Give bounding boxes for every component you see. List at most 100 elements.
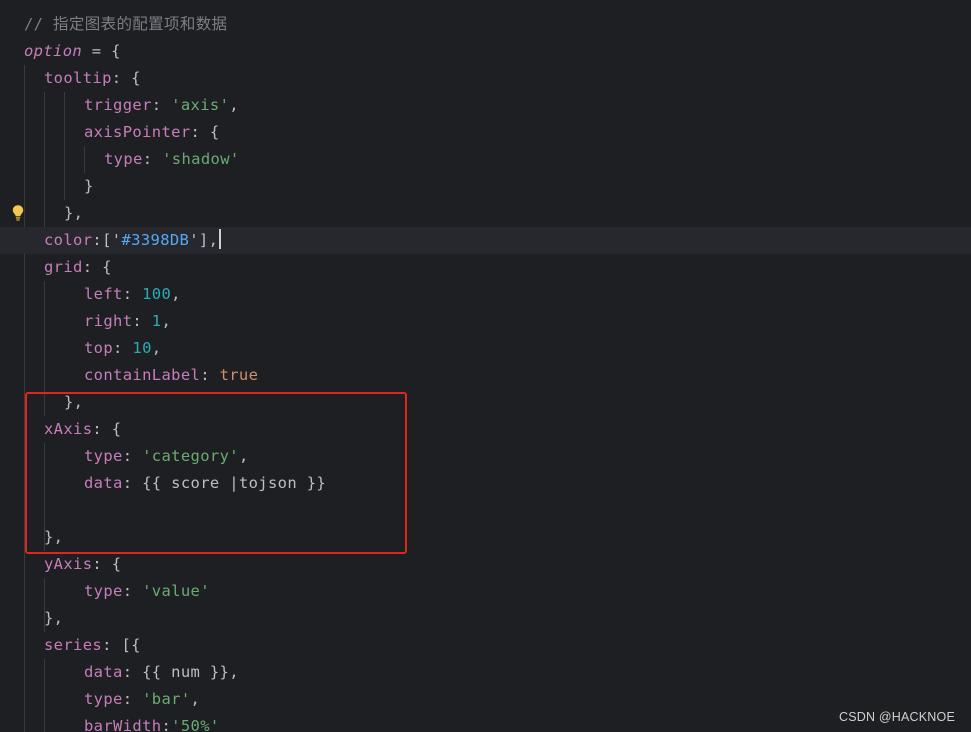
code-token: : [{	[102, 636, 141, 654]
code-text: axisPointer: {	[84, 119, 220, 146]
code-token: }	[84, 177, 94, 195]
code-line[interactable]: type: 'shadow'	[0, 146, 971, 173]
code-token: '],	[189, 231, 219, 249]
code-token: : {	[82, 258, 112, 276]
code-text: barWidth:'50%'	[84, 713, 220, 732]
code-text: top: 10,	[84, 335, 161, 362]
code-line[interactable]: top: 10,	[0, 335, 971, 362]
code-token: 'bar'	[142, 690, 191, 708]
code-token: series	[44, 636, 103, 654]
code-token: :	[122, 582, 143, 600]
code-text: type: 'value'	[84, 578, 210, 605]
code-text: trigger: 'axis',	[84, 92, 239, 119]
code-text: },	[64, 200, 83, 227]
code-token: :['	[92, 231, 122, 249]
code-line[interactable]: },	[0, 605, 971, 632]
code-line[interactable]: data: {{ num }},	[0, 659, 971, 686]
code-line[interactable]: containLabel: true	[0, 362, 971, 389]
code-text: right: 1,	[84, 308, 171, 335]
code-token: '50%'	[171, 717, 220, 732]
code-token: :	[161, 717, 172, 732]
code-text: series: [{	[44, 632, 141, 659]
code-token: right	[84, 312, 133, 330]
code-token: // 指定图表的配置项和数据	[24, 15, 228, 33]
code-line[interactable]: type: 'bar',	[0, 686, 971, 713]
code-token: :	[122, 285, 143, 303]
code-text: grid: {	[44, 254, 112, 281]
code-token: : {	[92, 555, 122, 573]
code-line[interactable]: },	[0, 200, 971, 227]
code-token: : {	[190, 123, 220, 141]
code-token: :	[200, 366, 220, 384]
watermark: CSDN @HACKNOE	[839, 710, 955, 724]
code-token: :	[142, 150, 163, 168]
code-token: top	[84, 339, 114, 357]
code-token: color	[44, 231, 93, 249]
code-token: ,	[151, 339, 162, 357]
code-line[interactable]: trigger: 'axis',	[0, 92, 971, 119]
code-token: containLabel	[84, 366, 201, 384]
code-line[interactable]: grid: {	[0, 254, 971, 281]
code-text: yAxis: {	[44, 551, 121, 578]
code-token: type	[84, 690, 123, 708]
code-text: color:['#3398DB'],	[44, 227, 222, 254]
code-line[interactable]: // 指定图表的配置项和数据	[0, 11, 971, 38]
code-token: data	[84, 663, 123, 681]
code-line[interactable]: option = {	[0, 38, 971, 65]
annotation-highlight-box	[25, 392, 407, 554]
code-line[interactable]: type: 'value'	[0, 578, 971, 605]
code-token: :	[122, 690, 143, 708]
code-token: },	[44, 609, 64, 627]
code-token: ,	[161, 312, 172, 330]
code-line[interactable]: barWidth:'50%'	[0, 713, 971, 732]
code-editor[interactable]: // 指定图表的配置项和数据 option = {tooltip: {trigge…	[0, 0, 971, 732]
code-token: : {	[111, 69, 141, 87]
code-token: 10	[132, 339, 152, 357]
code-token: left	[84, 285, 123, 303]
code-token: barWidth	[84, 717, 162, 732]
code-token: grid	[44, 258, 83, 276]
code-line[interactable]: tooltip: {	[0, 65, 971, 92]
lightbulb-icon[interactable]	[11, 204, 25, 222]
code-line[interactable]: axisPointer: {	[0, 119, 971, 146]
code-token: yAxis	[44, 555, 93, 573]
code-text: tooltip: {	[44, 65, 141, 92]
code-token: option	[24, 42, 83, 60]
code-text: containLabel: true	[84, 362, 258, 389]
code-line[interactable]: }	[0, 173, 971, 200]
code-line[interactable]: series: [{	[0, 632, 971, 659]
code-token: :	[151, 96, 172, 114]
code-token: },	[64, 204, 84, 222]
code-token: ,	[190, 690, 201, 708]
code-line[interactable]: left: 100,	[0, 281, 971, 308]
code-text: left: 100,	[84, 281, 181, 308]
code-token: type	[84, 582, 123, 600]
code-token: axisPointer	[84, 123, 191, 141]
code-line[interactable]: color:['#3398DB'],	[0, 227, 971, 254]
code-token: : {{ num }},	[122, 663, 239, 681]
code-token: 'shadow'	[162, 150, 240, 168]
code-line[interactable]: yAxis: {	[0, 551, 971, 578]
code-token: ,	[171, 285, 181, 303]
code-token: 'axis'	[171, 96, 230, 114]
code-text: option = {	[24, 38, 121, 65]
code-line[interactable]: right: 1,	[0, 308, 971, 335]
code-token: = {	[82, 42, 121, 60]
code-token: #3398DB	[121, 231, 190, 249]
code-token: 'value'	[142, 582, 210, 600]
code-token: true	[219, 366, 259, 384]
code-text: }	[84, 173, 94, 200]
code-token: ,	[229, 96, 239, 114]
code-token: 100	[142, 285, 172, 303]
code-text: },	[44, 605, 63, 632]
code-text: type: 'shadow'	[104, 146, 240, 173]
code-token: type	[104, 150, 143, 168]
code-token: :	[113, 339, 133, 357]
text-caret	[219, 229, 222, 249]
code-token: :	[132, 312, 152, 330]
code-token: trigger	[84, 96, 152, 114]
code-text: type: 'bar',	[84, 686, 200, 713]
code-text: // 指定图表的配置项和数据	[24, 11, 227, 38]
code-token: tooltip	[44, 69, 112, 87]
code-text: data: {{ num }},	[84, 659, 239, 686]
